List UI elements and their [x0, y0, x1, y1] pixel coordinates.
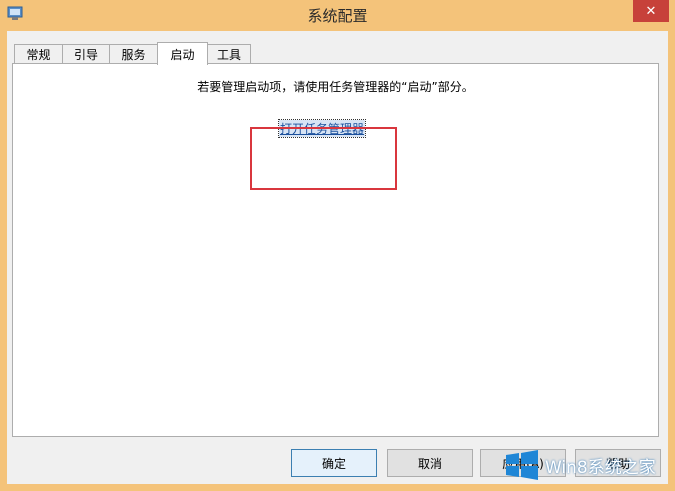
- tab-label: 服务: [121, 47, 146, 62]
- open-task-manager-link[interactable]: 打开任务管理器: [277, 119, 367, 138]
- tab-label: 启动: [170, 47, 195, 62]
- tab-tools[interactable]: 工具: [207, 44, 251, 63]
- startup-hint-text: 若要管理启动项，请使用任务管理器的“启动”部分。: [197, 80, 474, 94]
- dialog-client-area: 常规 引导 服务 启动 工具 若要管理启动项，请使用任务管理器的“启动”部分。 …: [7, 31, 668, 484]
- tab-label: 引导: [73, 47, 98, 62]
- tab-startup[interactable]: 启动: [157, 42, 208, 65]
- watermark-text: Win8系统之家: [545, 457, 656, 478]
- tab-services[interactable]: 服务: [109, 44, 158, 63]
- title-bar[interactable]: 系统配置 ✕: [0, 0, 675, 30]
- tab-label: 常规: [26, 47, 51, 62]
- site-watermark: Win8系统之家: [505, 450, 656, 480]
- startup-tab-panel: 若要管理启动项，请使用任务管理器的“启动”部分。 打开任务管理器: [12, 63, 659, 437]
- ok-button[interactable]: 确定: [291, 449, 377, 477]
- system-config-window: 系统配置 ✕ 常规 引导 服务 启动 工具 若要管理启动项，请使用任务管理器的“…: [0, 0, 675, 491]
- window-title: 系统配置: [307, 7, 368, 25]
- tab-label: 工具: [216, 47, 241, 62]
- close-button[interactable]: ✕: [633, 0, 669, 22]
- tab-boot[interactable]: 引导: [62, 44, 110, 63]
- windows-logo-icon: [506, 450, 538, 480]
- close-icon: ✕: [645, 3, 657, 19]
- tab-general[interactable]: 常规: [14, 44, 63, 63]
- cancel-button[interactable]: 取消: [387, 449, 473, 477]
